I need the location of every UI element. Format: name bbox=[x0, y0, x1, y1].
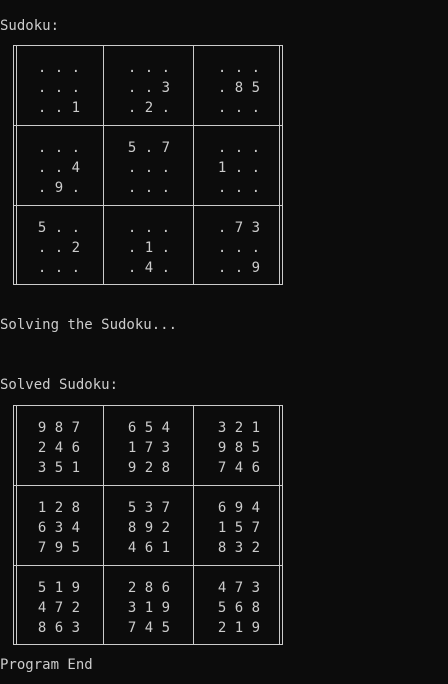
box-row: . 1 . bbox=[127, 240, 171, 256]
box-row: . . . bbox=[37, 140, 81, 156]
puzzle-box: . . . . . 3 . 2 . bbox=[104, 46, 194, 126]
box-row: 1 7 3 bbox=[127, 440, 171, 456]
box-row: 2 1 9 bbox=[217, 620, 261, 636]
puzzle-box: 5 . . . . 2 . . . bbox=[14, 206, 104, 286]
solving-message: Solving the Sudoku... bbox=[0, 317, 178, 333]
box-row: 4 7 2 bbox=[37, 600, 81, 616]
box-row: 5 . 7 bbox=[127, 140, 171, 156]
box-row: . . . bbox=[217, 240, 261, 256]
puzzle-box: . . . . . . . . 1 bbox=[14, 46, 104, 126]
puzzle-box: . . . 1 . . . . . bbox=[194, 126, 284, 206]
box-row: . . . bbox=[217, 140, 261, 156]
box-row: . 2 . bbox=[127, 100, 171, 116]
box-row: . . . bbox=[127, 180, 171, 196]
solution-box: 9 8 7 2 4 6 3 5 1 bbox=[14, 406, 104, 486]
box-row: 5 3 7 bbox=[127, 500, 171, 516]
sudoku-heading: Sudoku: bbox=[0, 18, 60, 34]
box-row: 5 1 9 bbox=[37, 580, 81, 596]
box-row: . . . bbox=[217, 100, 261, 116]
puzzle-box: 5 . 7 . . . . . . bbox=[104, 126, 194, 206]
box-row: 5 6 8 bbox=[217, 600, 261, 616]
box-row: 4 7 3 bbox=[217, 580, 261, 596]
box-row: 4 6 1 bbox=[127, 540, 171, 556]
box-row: . . . bbox=[217, 180, 261, 196]
puzzle-grid: . . . . . . . . 1 . . . . . 3 . 2 . . . … bbox=[13, 45, 283, 285]
box-row: . 7 3 bbox=[217, 220, 261, 236]
box-row: 1 . . bbox=[217, 160, 261, 176]
box-row: . . . bbox=[127, 220, 171, 236]
box-row: . . . bbox=[217, 60, 261, 76]
box-row: 3 2 1 bbox=[217, 420, 261, 436]
box-row: 9 8 5 bbox=[217, 440, 261, 456]
box-row: 6 3 4 bbox=[37, 520, 81, 536]
box-row: 2 8 6 bbox=[127, 580, 171, 596]
box-row: 3 1 9 bbox=[127, 600, 171, 616]
box-row: . . 3 bbox=[127, 80, 171, 96]
solution-box: 6 5 4 1 7 3 9 2 8 bbox=[104, 406, 194, 486]
box-row: 6 9 4 bbox=[217, 500, 261, 516]
box-row: 5 . . bbox=[37, 220, 81, 236]
box-row: . . 4 bbox=[37, 160, 81, 176]
box-row: 7 9 5 bbox=[37, 540, 81, 556]
solution-box: 3 2 1 9 8 5 7 4 6 bbox=[194, 406, 284, 486]
box-row: . 8 5 bbox=[217, 80, 261, 96]
box-row: . . . bbox=[127, 160, 171, 176]
box-row: 1 5 7 bbox=[217, 520, 261, 536]
solution-box: 6 9 4 1 5 7 8 3 2 bbox=[194, 486, 284, 566]
box-row: 3 5 1 bbox=[37, 460, 81, 476]
solved-heading: Solved Sudoku: bbox=[0, 377, 119, 393]
box-row: 8 9 2 bbox=[127, 520, 171, 536]
box-row: 1 2 8 bbox=[37, 500, 81, 516]
box-row: . 4 . bbox=[127, 260, 171, 276]
puzzle-box: . . . . . 4 . 9 . bbox=[14, 126, 104, 206]
box-row: 9 8 7 bbox=[37, 420, 81, 436]
box-row: 7 4 5 bbox=[127, 620, 171, 636]
puzzle-box: . . . . 1 . . 4 . bbox=[104, 206, 194, 286]
puzzle-box: . 7 3 . . . . . 9 bbox=[194, 206, 284, 286]
solution-box: 1 2 8 6 3 4 7 9 5 bbox=[14, 486, 104, 566]
box-row: . . 9 bbox=[217, 260, 261, 276]
solution-grid: 9 8 7 2 4 6 3 5 1 6 5 4 1 7 3 9 2 8 3 2 … bbox=[13, 405, 283, 645]
program-end-message: Program End bbox=[0, 657, 93, 673]
box-row: . . . bbox=[37, 80, 81, 96]
solution-box: 4 7 3 5 6 8 2 1 9 bbox=[194, 566, 284, 646]
box-row: 6 5 4 bbox=[127, 420, 171, 436]
solution-box: 5 3 7 8 9 2 4 6 1 bbox=[104, 486, 194, 566]
box-row: 8 6 3 bbox=[37, 620, 81, 636]
solution-box: 2 8 6 3 1 9 7 4 5 bbox=[104, 566, 194, 646]
box-row: . . 2 bbox=[37, 240, 81, 256]
box-row: . . 1 bbox=[37, 100, 81, 116]
box-row: . . . bbox=[37, 60, 81, 76]
box-row: 9 2 8 bbox=[127, 460, 171, 476]
box-row: . 9 . bbox=[37, 180, 81, 196]
solution-box: 5 1 9 4 7 2 8 6 3 bbox=[14, 566, 104, 646]
puzzle-box: . . . . 8 5 . . . bbox=[194, 46, 284, 126]
box-row: . . . bbox=[37, 260, 81, 276]
box-row: 7 4 6 bbox=[217, 460, 261, 476]
box-row: 8 3 2 bbox=[217, 540, 261, 556]
box-row: 2 4 6 bbox=[37, 440, 81, 456]
box-row: . . . bbox=[127, 60, 171, 76]
